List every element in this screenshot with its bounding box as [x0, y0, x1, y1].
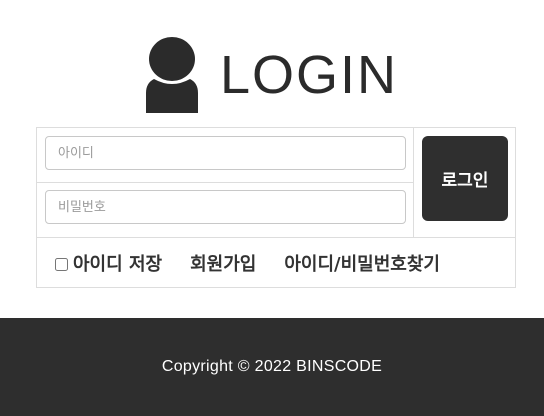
login-button-cell: 로그인	[414, 128, 516, 238]
user-silhouette-icon	[145, 37, 198, 113]
id-input[interactable]	[45, 136, 406, 170]
login-header: LOGIN	[0, 36, 544, 114]
page-title: LOGIN	[219, 45, 399, 105]
password-field-row	[37, 183, 414, 238]
remember-id-label: 아이디 저장	[73, 254, 163, 275]
login-form: 로그인 아이디 저장 회원가입 아이디/비밀번호찾기	[36, 127, 516, 288]
signup-link[interactable]: 회원가입	[190, 250, 256, 276]
footer: Copyright © 2022 BINSCODE	[0, 318, 544, 416]
copyright-text: Copyright © 2022 BINSCODE	[161, 358, 383, 375]
login-options: 아이디 저장 회원가입 아이디/비밀번호찾기	[37, 238, 515, 288]
remember-id-option[interactable]: 아이디 저장	[55, 250, 162, 276]
login-page: LOGIN 로그인 아이디 저장 회원가입 아이디/비밀번호찾기 Copyrig…	[0, 0, 544, 416]
id-field-row	[37, 128, 414, 183]
password-input[interactable]	[45, 190, 406, 224]
login-button[interactable]: 로그인	[422, 136, 508, 221]
find-account-link[interactable]: 아이디/비밀번호찾기	[284, 250, 440, 276]
remember-id-checkbox[interactable]	[55, 257, 68, 271]
